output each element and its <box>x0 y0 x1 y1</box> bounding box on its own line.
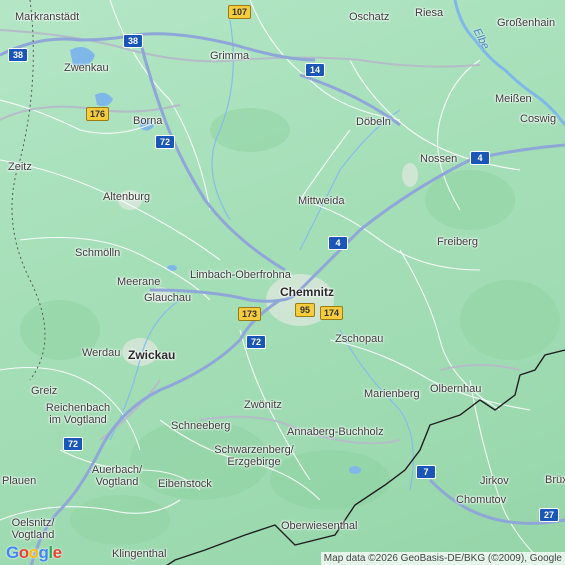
place-freiberg[interactable]: Freiberg <box>437 236 478 248</box>
place-eibenstock[interactable]: Eibenstock <box>158 478 212 490</box>
road-shield-7[interactable]: 7 <box>416 465 436 479</box>
place-zschopau[interactable]: Zschopau <box>335 333 383 345</box>
place-limbach-oberfrohna[interactable]: Limbach-Oberfrohna <box>190 269 291 281</box>
place-annaberg-buchholz[interactable]: Annaberg-Buchholz <box>287 426 384 438</box>
motorway-shield-a72[interactable]: 72 <box>246 335 266 349</box>
place-schmoelln[interactable]: Schmölln <box>75 247 120 259</box>
place-oschatz[interactable]: Oschatz <box>349 11 389 23</box>
road-shield-b107[interactable]: 107 <box>228 5 252 19</box>
road-shield-b176[interactable]: 176 <box>86 107 110 121</box>
road-shield-27[interactable]: 27 <box>539 508 559 522</box>
motorway-shield-a4[interactable]: 4 <box>328 236 348 250</box>
place-doebeln[interactable]: Döbeln <box>356 116 391 128</box>
place-plauen[interactable]: Plauen <box>2 475 36 487</box>
road-shield-b173[interactable]: 173 <box>238 307 262 321</box>
motorway-shield-a4-east[interactable]: 4 <box>470 151 490 165</box>
place-marienberg[interactable]: Marienberg <box>364 388 420 400</box>
place-altenburg[interactable]: Altenburg <box>103 191 150 203</box>
google-logo[interactable]: Google <box>6 543 62 563</box>
place-auerbach[interactable]: Auerbach/ Vogtland <box>87 464 147 488</box>
place-oberwiesenthal[interactable]: Oberwiesenthal <box>281 520 357 532</box>
place-mittweida[interactable]: Mittweida <box>298 195 344 207</box>
place-brux[interactable]: Brüx <box>545 474 565 486</box>
motorway-shield-a38-west[interactable]: 38 <box>8 48 28 62</box>
place-nossen[interactable]: Nossen <box>420 153 457 165</box>
place-jirkov[interactable]: Jirkov <box>480 475 509 487</box>
place-coswig[interactable]: Coswig <box>520 113 556 125</box>
place-zwenkau[interactable]: Zwenkau <box>64 62 109 74</box>
place-zwickau[interactable]: Zwickau <box>128 349 175 361</box>
place-greiz[interactable]: Greiz <box>31 385 57 397</box>
place-reichenbach[interactable]: Reichenbach im Vogtland <box>42 402 114 426</box>
map-canvas[interactable]: Markranstädt Oschatz Riesa Großenhain Zw… <box>0 0 565 565</box>
motorway-shield-a72-north[interactable]: 72 <box>155 135 175 149</box>
place-chomutov[interactable]: Chomutov <box>456 494 506 506</box>
place-meerane[interactable]: Meerane <box>117 276 160 288</box>
map-attribution[interactable]: Map data ©2026 GeoBasis-DE/BKG (©2009), … <box>320 552 565 565</box>
place-markranstaedt[interactable]: Markranstädt <box>15 11 79 23</box>
motorway-shield-a14[interactable]: 14 <box>305 63 325 77</box>
place-chemnitz[interactable]: Chemnitz <box>280 286 334 298</box>
place-schneeberg[interactable]: Schneeberg <box>171 420 230 432</box>
place-grossenhain[interactable]: Großenhain <box>497 17 555 29</box>
place-meissen[interactable]: Meißen <box>495 93 532 105</box>
place-zeitz[interactable]: Zeitz <box>8 161 32 173</box>
place-glauchau[interactable]: Glauchau <box>144 292 191 304</box>
road-shield-b174[interactable]: 174 <box>320 306 344 320</box>
place-zwoenitz[interactable]: Zwönitz <box>244 399 282 411</box>
road-shield-b95[interactable]: 95 <box>295 303 315 317</box>
place-olbernhau[interactable]: Olbernhau <box>430 383 481 395</box>
place-werdau[interactable]: Werdau <box>82 347 120 359</box>
motorway-shield-a72-south[interactable]: 72 <box>63 437 83 451</box>
place-schwarzenberg[interactable]: Schwarzenberg/ Erzgebirge <box>208 444 300 468</box>
place-oelsnitz[interactable]: Oelsnitz/ Vogtland <box>5 517 61 541</box>
place-riesa[interactable]: Riesa <box>415 7 443 19</box>
place-borna[interactable]: Borna <box>133 115 162 127</box>
place-klingenthal[interactable]: Klingenthal <box>112 548 166 560</box>
motorway-shield-a38[interactable]: 38 <box>123 34 143 48</box>
place-grimma[interactable]: Grimma <box>210 50 249 62</box>
